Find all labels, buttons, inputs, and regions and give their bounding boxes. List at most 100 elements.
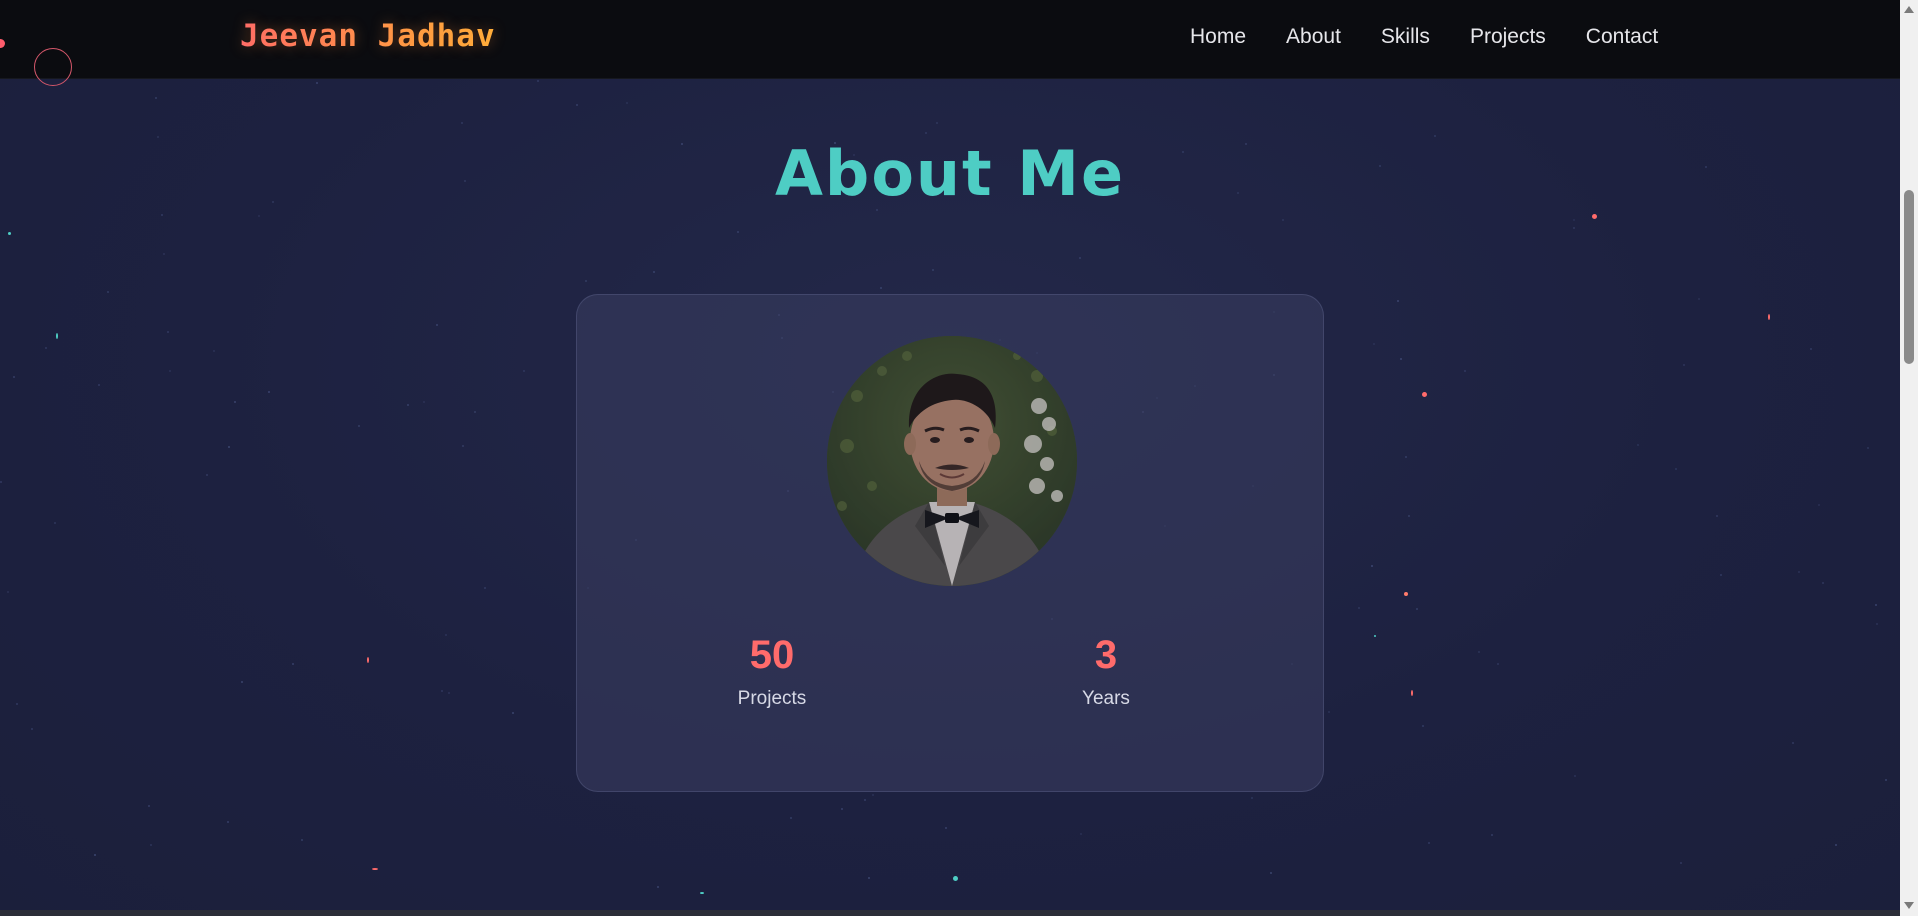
star [268,391,270,393]
stat-projects: 50 Projects [692,632,852,710]
star [1720,574,1722,576]
star [585,280,587,282]
site-logo[interactable]: Jeevan Jadhav [240,18,496,54]
star [523,370,525,372]
star [148,805,150,807]
star [441,690,443,692]
particle [953,876,958,881]
star [1428,842,1430,844]
particle [8,232,11,235]
about-card: 50 Projects 3 Years [576,294,1324,792]
stat-years: 3 Years [1026,632,1186,710]
star [1422,725,1424,727]
star [1358,607,1360,609]
star [576,104,578,106]
star [1328,711,1330,713]
star [234,401,236,403]
star [423,401,425,403]
star [155,97,157,99]
particle [1374,635,1376,637]
particle [1404,592,1408,596]
star [1282,219,1284,221]
star [407,404,409,406]
nav-contact[interactable]: Contact [1586,25,1658,49]
star [54,522,56,524]
star [163,253,165,255]
particle [1411,690,1413,696]
site-header: Jeevan Jadhav Home About Skills Projects… [0,0,1900,79]
star [1079,257,1081,259]
star [107,291,109,293]
profile-photo-illustration [827,336,1077,586]
star [1835,844,1837,846]
nav-about[interactable]: About [1286,25,1341,49]
star [213,350,215,352]
star [1675,468,1677,470]
star [484,587,486,589]
star [1573,227,1575,229]
star [358,425,360,427]
star [228,446,230,448]
star [925,132,927,134]
star [1478,651,1480,653]
star [1373,343,1375,345]
star [1400,358,1402,360]
star [461,122,463,124]
star [1716,515,1718,517]
star [1792,742,1794,744]
star [1637,444,1639,446]
star [258,215,260,217]
star [13,376,15,378]
scrollbar-thumb[interactable] [1904,190,1914,364]
particle [700,892,704,894]
star [1698,298,1700,300]
particle [1768,314,1770,320]
star [1405,456,1407,458]
star [1397,300,1399,302]
particle [367,657,369,663]
star [1574,775,1576,777]
star [1875,604,1877,606]
main-nav: Home About Skills Projects Contact [1190,25,1658,49]
star [936,122,938,124]
star [301,839,303,841]
star [167,331,169,333]
star [45,347,47,349]
scroll-down-arrow-icon[interactable] [1904,902,1914,909]
particle [1422,392,1427,397]
star [880,287,882,289]
star [1251,797,1253,799]
star [537,80,539,82]
section-title: About Me [774,137,1126,210]
particle [56,333,58,339]
profile-photo [827,336,1077,586]
star [462,445,464,447]
star [868,877,870,879]
star [150,844,152,846]
star [227,821,229,823]
scroll-up-arrow-icon[interactable] [1904,6,1914,13]
star [7,591,9,593]
star [1810,348,1812,350]
star [241,681,243,683]
star [316,82,318,84]
star [626,102,628,104]
star [16,703,18,705]
stat-projects-label: Projects [737,688,807,709]
stat-projects-value: 50 [749,633,795,677]
star [206,474,208,476]
star [1573,219,1575,221]
nav-home[interactable]: Home [1190,25,1246,49]
star [657,886,659,888]
star [94,854,96,856]
star [1876,623,1878,625]
nav-projects[interactable]: Projects [1470,25,1546,49]
nav-skills[interactable]: Skills [1381,25,1430,49]
star [436,324,438,326]
page-scrollbar[interactable] [1900,0,1918,916]
star [790,817,792,819]
star [445,634,447,636]
star [292,663,294,665]
star [1822,582,1824,584]
page-viewport: Jeevan Jadhav Home About Skills Projects… [0,0,1900,916]
